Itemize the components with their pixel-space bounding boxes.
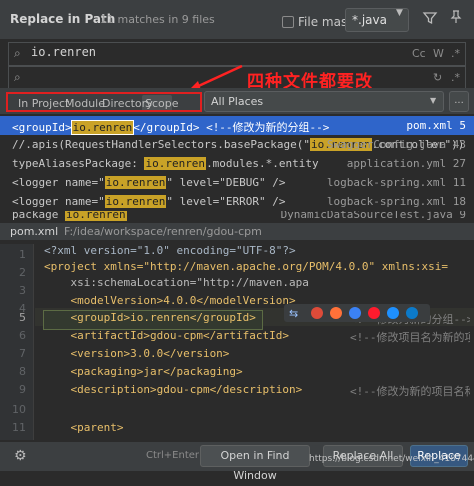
search-icon[interactable]: ⌕ — [14, 46, 21, 61]
preview-file-name: pom.xml — [10, 225, 59, 238]
safari-icon[interactable] — [349, 307, 361, 319]
line-number: 7 — [19, 347, 26, 360]
gear-icon[interactable]: ⚙ — [14, 448, 27, 464]
edge-icon[interactable] — [406, 307, 418, 319]
result-row[interactable]: <groupId>io.renren</groupId> <!--修改为新的分组… — [0, 116, 474, 135]
result-row[interactable]: typeAliasesPackage: io.renren.modules.*.… — [0, 154, 474, 173]
line-number: 5 — [19, 311, 26, 324]
replace-regex-icon[interactable]: .* — [451, 71, 460, 84]
shortcut-hint: Ctrl+Enter — [146, 450, 200, 461]
whole-words-toggle[interactable]: W — [433, 47, 444, 60]
ie-icon[interactable] — [387, 307, 399, 319]
line-number: 2 — [19, 266, 26, 279]
line-number: 1 — [19, 248, 26, 261]
pin-icon[interactable] — [449, 10, 463, 24]
chrome-icon[interactable] — [311, 307, 323, 319]
code-line: <parent> — [44, 421, 124, 434]
code-comment: <!--修改为新的项目名称 — [350, 385, 470, 398]
filter-icon[interactable] — [422, 10, 438, 26]
places-dropdown[interactable]: All Places — [204, 91, 444, 112]
line-number: 11 — [12, 421, 26, 434]
line-number: 3 — [19, 284, 26, 297]
regex-toggle[interactable]: .* — [451, 47, 460, 60]
code-comment: <!--修改项目名为新的项目 — [350, 331, 470, 344]
preview-file-path: F:/idea/workspace/renren/gdou-cpm — [64, 225, 262, 238]
replace-icon[interactable]: ⌕ — [14, 70, 21, 85]
chevron-down-icon[interactable]: ▼ — [430, 96, 436, 105]
chevron-down-icon[interactable]: ▼ — [396, 8, 403, 18]
code-line: <artifactId>gdou-cpm</artifactId> — [44, 329, 290, 342]
code-line: <version>3.0.0</version> — [44, 347, 230, 360]
result-row[interactable]: //.apis(RequestHandlerSelectors.basePack… — [0, 135, 474, 154]
run-icon[interactable]: ⇆ — [289, 307, 298, 320]
file-mask-checkbox[interactable] — [282, 16, 294, 28]
line-number: 9 — [19, 383, 26, 396]
line-number: 6 — [19, 329, 26, 342]
more-button[interactable]: ... — [449, 91, 469, 112]
result-row[interactable]: <logger name="io.renren" level="DEBUG" /… — [0, 173, 474, 192]
opera-icon[interactable] — [368, 307, 380, 319]
line-number: 10 — [12, 403, 26, 416]
match-case-toggle[interactable]: Cc — [412, 47, 426, 60]
search-query: io.renren — [31, 45, 97, 59]
match-count: 11 matches in 9 files — [100, 13, 215, 26]
code-line: <packaging>jar</packaging> — [44, 365, 243, 378]
replace-options-icon[interactable]: ↻ — [433, 71, 442, 84]
watermark: https://blog.csdn.net/weixin_41874442 — [309, 454, 474, 464]
annotation-highlight-box — [6, 92, 202, 112]
code-line: <description>gdou-cpm</description> — [44, 383, 303, 396]
code-line-match: <groupId>io.renren</groupId> — [43, 310, 263, 330]
result-row[interactable]: package io.renren DynamicDataSourceTest.… — [0, 211, 474, 222]
firefox-icon[interactable] — [330, 307, 342, 319]
line-number: 8 — [19, 365, 26, 378]
result-row[interactable]: <logger name="io.renren" level="ERROR" /… — [0, 192, 474, 211]
code-line: xsi:schemaLocation="http://maven.apa — [44, 276, 309, 289]
code-line: <modelVersion>4.0.0</modelVersion> — [44, 294, 296, 307]
open-in-find-window-button[interactable]: Open in Find Window — [200, 445, 310, 482]
